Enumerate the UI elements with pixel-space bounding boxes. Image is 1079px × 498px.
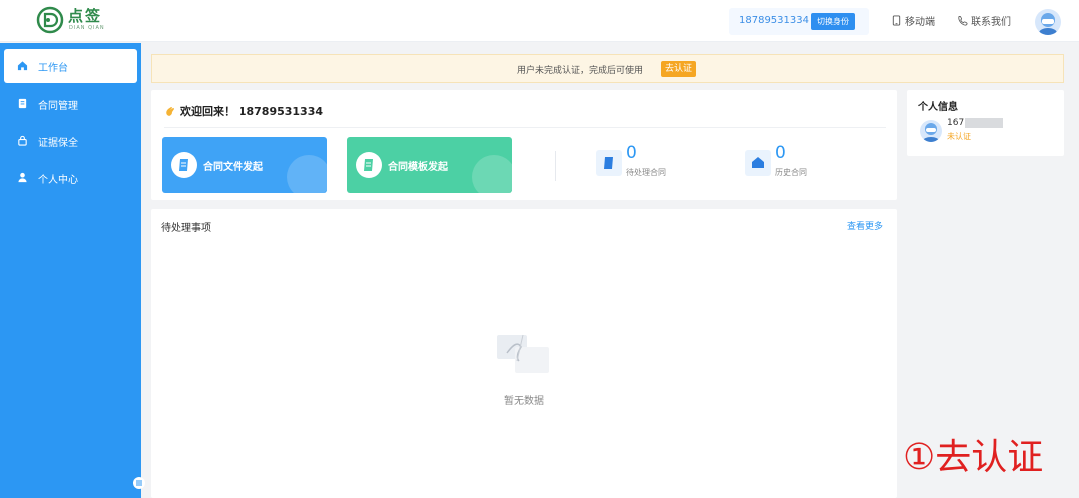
verification-status: 未认证: [947, 132, 971, 141]
sidebar-item-workbench[interactable]: 工作台: [4, 49, 137, 83]
sidebar-item-contracts[interactable]: 合同管理: [0, 87, 141, 121]
circle: [356, 152, 382, 178]
contract-file-start-label: 合同文件发起: [203, 162, 263, 173]
stat-history-contracts[interactable]: 0 历史合同: [745, 143, 825, 184]
template-icon: [364, 159, 373, 171]
collapse-sidebar-button[interactable]: [133, 477, 145, 489]
profile-phone: 167: [947, 118, 965, 128]
wave-hand-icon: [166, 107, 174, 116]
verify-button[interactable]: 去认证: [661, 61, 697, 77]
divider: [164, 127, 886, 128]
circle: [171, 152, 197, 178]
welcome-card: 欢迎回来！ 18789531334 合同文件发起 合同模板发起 0 待处理合同 …: [151, 90, 897, 200]
contact-link[interactable]: 联系我们: [957, 13, 1011, 28]
profile-avatar: [920, 120, 942, 142]
home-icon: [17, 61, 28, 71]
phone-icon: [958, 15, 968, 26]
contact-label: 联系我们: [971, 17, 1011, 28]
switch-identity-button[interactable]: 切换身份: [811, 13, 855, 30]
personal-info-title: 个人信息: [918, 102, 958, 113]
sidebar-item-label: 证据保全: [38, 138, 78, 149]
user-icon: [18, 172, 27, 183]
avatar-icon: [923, 123, 939, 142]
sidebar-item-label: 个人中心: [38, 175, 78, 186]
document-icon: [18, 98, 27, 109]
contract-template-start-label: 合同模板发起: [388, 162, 448, 173]
logo-text: 点签: [68, 7, 103, 25]
redacted-phone-mask: [965, 118, 1003, 128]
welcome-title: 欢迎回来！ 18789531334: [164, 103, 323, 119]
mobile-label: 移动端: [905, 17, 935, 28]
avatar-icon: [1039, 13, 1057, 35]
file-icon: [179, 159, 188, 171]
sidebar-item-profile[interactable]: 个人中心: [0, 161, 141, 195]
stat-value: 0: [775, 143, 786, 163]
sidebar-item-label: 工作台: [38, 63, 68, 74]
stat-value: 0: [626, 143, 637, 163]
notice-text: 用户未完成认证，完成后可使用: [517, 66, 644, 76]
contract-template-start-button[interactable]: 合同模板发起: [347, 137, 512, 193]
stat-label: 待处理合同: [626, 168, 666, 177]
mobile-icon: [892, 15, 901, 26]
decoration: [287, 155, 327, 193]
decoration: [472, 155, 512, 193]
mobile-link[interactable]: 移动端: [891, 13, 935, 28]
logo[interactable]: 点签 DIAN QIAN: [36, 4, 116, 38]
top-header: 点签 DIAN QIAN 18789531334 切换身份 移动端 联系我们: [0, 0, 1079, 42]
pending-items-card: 待处理事项 查看更多 暂无数据: [151, 209, 897, 498]
logo-subtext: DIAN QIAN: [69, 25, 105, 31]
sidebar-item-evidence[interactable]: 证据保全: [0, 124, 141, 158]
logo-mark-icon: [36, 6, 64, 34]
personal-info-card: 个人信息 167 未认证: [907, 90, 1064, 156]
empty-data-icon: [497, 334, 549, 373]
divider: [555, 151, 556, 181]
sidebar-item-label: 合同管理: [38, 101, 78, 112]
user-avatar[interactable]: [1035, 9, 1061, 35]
history-contract-icon: [745, 150, 771, 176]
pending-items-title: 待处理事项: [161, 223, 211, 234]
step-annotation: ①去认证: [903, 437, 1044, 478]
stat-label: 历史合同: [775, 168, 807, 177]
contract-file-start-button[interactable]: 合同文件发起: [162, 137, 327, 193]
identity-box: 18789531334 切换身份: [729, 8, 869, 35]
header-phone: 18789531334: [739, 15, 809, 26]
pending-contract-icon: [596, 150, 622, 176]
empty-data-text: 暂无数据: [504, 396, 544, 407]
sidebar: 工作台 合同管理 证据保全 个人中心: [0, 43, 145, 498]
view-more-link[interactable]: 查看更多: [847, 219, 883, 232]
menu-icon: [136, 480, 142, 486]
lock-icon: [18, 135, 27, 146]
stat-pending-contracts[interactable]: 0 待处理合同: [596, 143, 676, 184]
welcome-title-text: 欢迎回来！ 18789531334: [180, 105, 324, 118]
verification-notice: 用户未完成认证，完成后可使用 去认证: [151, 54, 1064, 83]
